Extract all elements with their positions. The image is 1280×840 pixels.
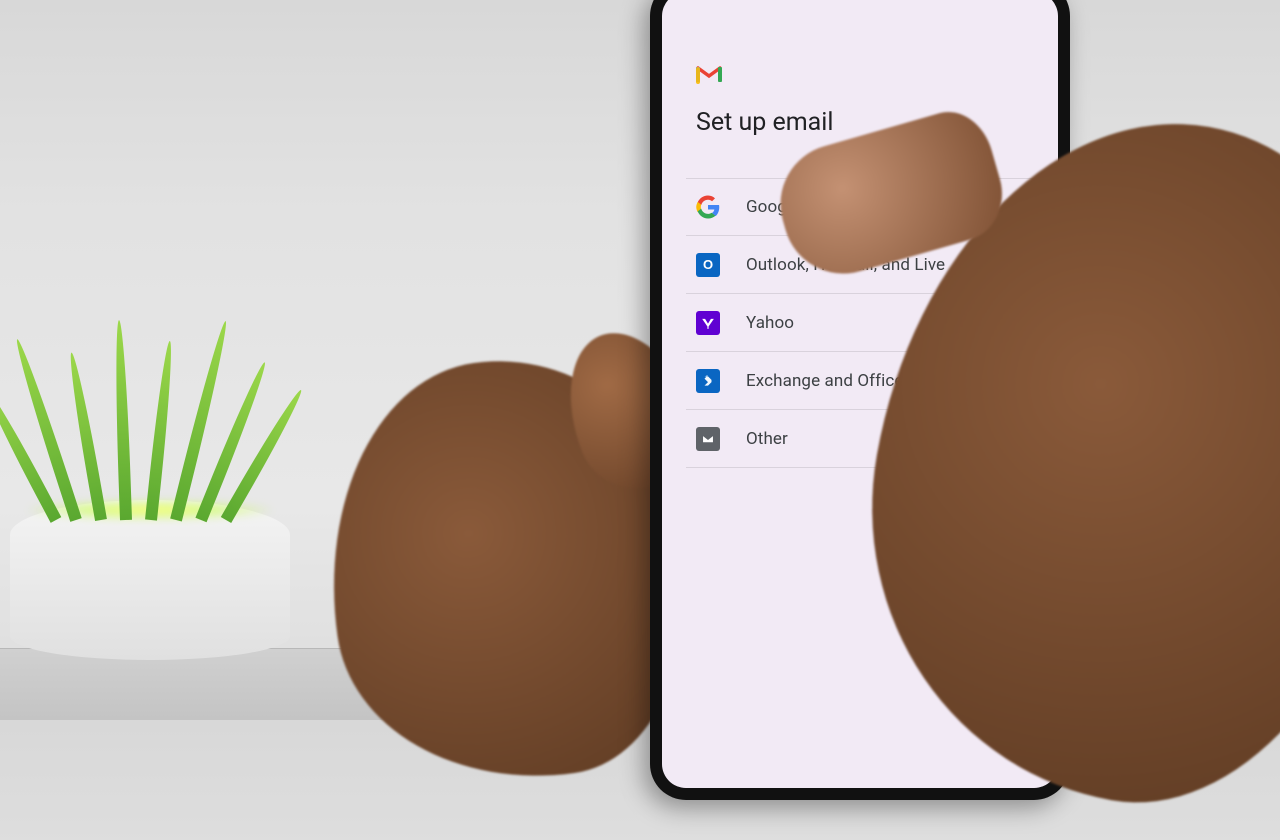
plant xyxy=(40,310,260,520)
plant-pot xyxy=(10,500,290,660)
provider-label: Other xyxy=(746,429,788,449)
google-icon xyxy=(696,195,720,219)
provider-label: Yahoo xyxy=(746,313,794,333)
exchange-icon xyxy=(696,369,720,393)
gmail-logo-icon xyxy=(696,64,722,84)
page-title: Set up email xyxy=(696,108,833,137)
mail-icon xyxy=(696,427,720,451)
plant-light-glow xyxy=(30,500,270,520)
outlook-icon: O xyxy=(696,253,720,277)
yahoo-icon xyxy=(696,311,720,335)
